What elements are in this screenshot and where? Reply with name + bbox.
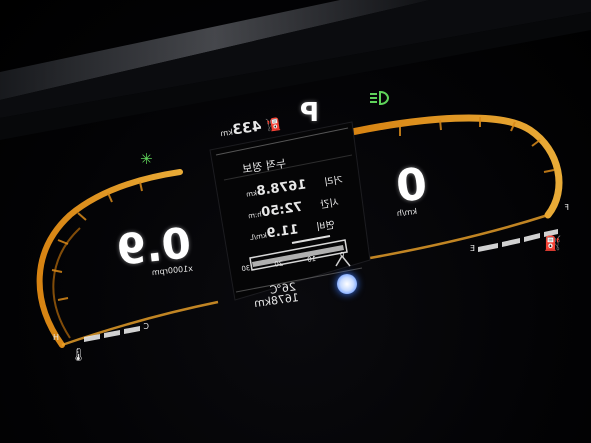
scale-tick: 30 — [241, 264, 251, 274]
speed-unit: km/h — [396, 206, 418, 219]
scale-tick: 20 — [273, 259, 284, 269]
trip-unit: km/L — [249, 231, 268, 242]
temp-hot-label: H — [52, 333, 59, 342]
headlight-icon — [370, 90, 390, 106]
fuel-full-label: F — [564, 203, 569, 212]
speed-value: 0 — [393, 158, 430, 213]
range-display: ⛽ 433km — [219, 116, 282, 140]
trip-title: 누적 정보 — [241, 156, 287, 176]
trip-value: 11.9 — [265, 222, 300, 242]
range-value: 433 — [231, 118, 263, 139]
fuel-pump-icon: ⛽ — [264, 116, 282, 133]
trip-unit: h:m — [247, 210, 263, 221]
fuel-empty-label: E — [469, 244, 475, 253]
odometer: 1678km — [253, 290, 300, 311]
mirrored-display: P ⛽ 433km 누적 정보 거리 1678.8km 시간 72:50h:m … — [0, 0, 591, 443]
trip-label: 연비 — [315, 220, 336, 234]
coolant-temp-icon: 🌡 — [70, 348, 87, 363]
scale-tick: 10 — [306, 254, 317, 264]
parking-light-icon: ✳ — [140, 150, 153, 168]
gear-indicator: P — [299, 98, 319, 128]
temp-cold-label: C — [143, 322, 149, 331]
seatbelt-icon — [335, 254, 351, 267]
range-unit: km — [219, 127, 234, 139]
trip-unit: km — [245, 189, 258, 199]
mini-scale: 0 10 20 30 — [241, 251, 345, 273]
trip-value: 72:50 — [260, 199, 304, 221]
instrument-cluster-photo: P ⛽ 433km 누적 정보 거리 1678.8km 시간 72:50h:m … — [0, 0, 591, 443]
trip-label: 거리 — [323, 175, 344, 189]
trip-label: 시간 — [319, 197, 340, 212]
eco-indicator-icon — [337, 274, 357, 294]
fuel-pump-icon: ⛽ — [544, 236, 562, 252]
trip-value: 1678.8 — [255, 177, 308, 200]
